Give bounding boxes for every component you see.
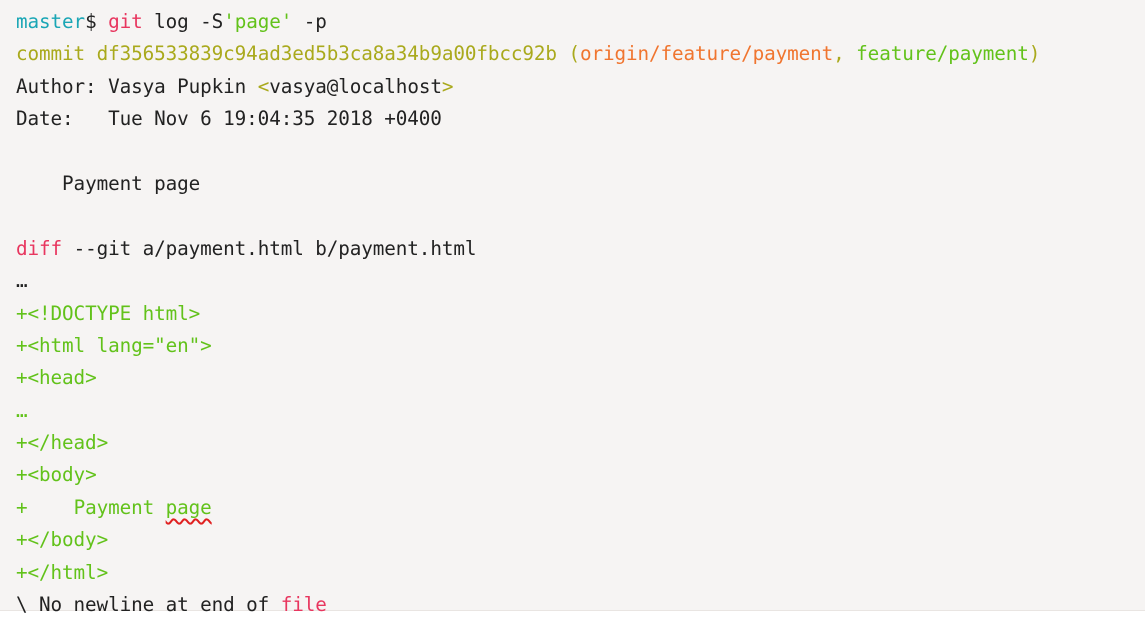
diff-tag: head [39, 366, 86, 390]
eof-notice-line: \ No newline at end of file [16, 589, 1145, 621]
diff-suffix: > [96, 560, 109, 584]
commit-label: commit [16, 42, 86, 66]
diff-keyword: diff [16, 236, 63, 260]
diff-suffix: > [200, 333, 212, 357]
diff-tag: html lang= [39, 333, 155, 357]
diff-added-line: +<body> [16, 459, 1145, 491]
diff-added-line: +<head> [16, 362, 1145, 394]
diff-tag: !DOCTYPE html [39, 301, 189, 325]
command-quoted-arg: 'page' [223, 10, 293, 33]
diff-prefix: +</ [16, 431, 51, 455]
diff-tag: html [50, 560, 97, 584]
ellipsis: … [16, 398, 28, 422]
diff-suffix: > [96, 528, 109, 552]
command-args: log -S [154, 10, 224, 33]
command-flag: -p [303, 10, 327, 33]
diff-prefix: +< [16, 333, 40, 357]
diff-added-line: +</head> [16, 427, 1145, 459]
author-label: Author: [16, 74, 97, 98]
diff-added-line: + Payment page [16, 492, 1145, 524]
diff-attr-value: "en" [154, 333, 201, 357]
date-value: Tue Nov 6 19:04:35 2018 +0400 [108, 107, 442, 131]
ref-separator: , [833, 42, 845, 66]
diff-header-line: diff --git a/payment.html b/payment.html [16, 233, 1145, 265]
author-email: vasya@localhost [269, 74, 442, 98]
commit-message: Payment page [62, 171, 201, 195]
eof-notice: \ No newline at end of [16, 593, 270, 617]
diff-prefix: +< [16, 301, 40, 325]
date-line: Date: Tue Nov 6 19:04:35 2018 +0400 [16, 103, 1145, 135]
diff-prefix: +</ [16, 528, 51, 552]
diff-prefix: +< [16, 463, 40, 487]
ref-paren-open: ( [568, 42, 580, 66]
diff-prefix: +< [16, 366, 40, 390]
search-match-highlight: page [165, 495, 212, 519]
commit-hash: df356533839c94ad3ed5b3ca8a34b9a00fbcc92b [96, 42, 557, 66]
diff-suffix: > [85, 463, 97, 487]
command-line: master$ git log -S'page' -p [16, 6, 1145, 38]
date-label: Date: [16, 107, 74, 131]
diff-added-line: +</body> [16, 524, 1145, 556]
diff-body-text: Payment [73, 495, 155, 519]
diff-prefix: +</ [16, 560, 51, 584]
email-open: < [257, 74, 270, 98]
diff-paths: --git a/payment.html b/payment.html [73, 236, 477, 260]
prompt-cwd: master [16, 10, 86, 33]
diff-tag: head [50, 431, 97, 455]
remote-ref: origin/feature/payment [579, 42, 834, 66]
commit-line: commit df356533839c94ad3ed5b3ca8a34b9a00… [16, 38, 1145, 70]
ellipsis-line: … [16, 395, 1145, 427]
commit-message-line: Payment page [16, 168, 1145, 200]
author-line: Author: Vasya Pupkin <vasya@localhost> [16, 71, 1145, 103]
ellipsis: … [16, 269, 28, 293]
diff-suffix: > [96, 431, 109, 455]
diff-tag: body [39, 463, 86, 487]
diff-tag: body [50, 528, 97, 552]
diff-prefix: + [16, 495, 28, 519]
terminal-output: master$ git log -S'page' -p commit df356… [0, 0, 1145, 616]
prompt-symbol: $ [85, 10, 97, 33]
ellipsis-line: … [16, 265, 1145, 297]
email-close: > [441, 74, 454, 98]
diff-suffix: > [85, 366, 97, 390]
command-name: git [108, 10, 143, 33]
local-ref: feature/payment [856, 42, 1029, 66]
eof-keyword: file [280, 593, 327, 617]
diff-added-line: +<!DOCTYPE html> [16, 298, 1145, 330]
ref-paren-close: ) [1028, 42, 1041, 66]
diff-added-line: +</html> [16, 557, 1145, 589]
author-name: Vasya Pupkin [108, 74, 247, 98]
diff-suffix: > [188, 301, 201, 325]
diff-added-line: +<html lang="en"> [16, 330, 1145, 362]
